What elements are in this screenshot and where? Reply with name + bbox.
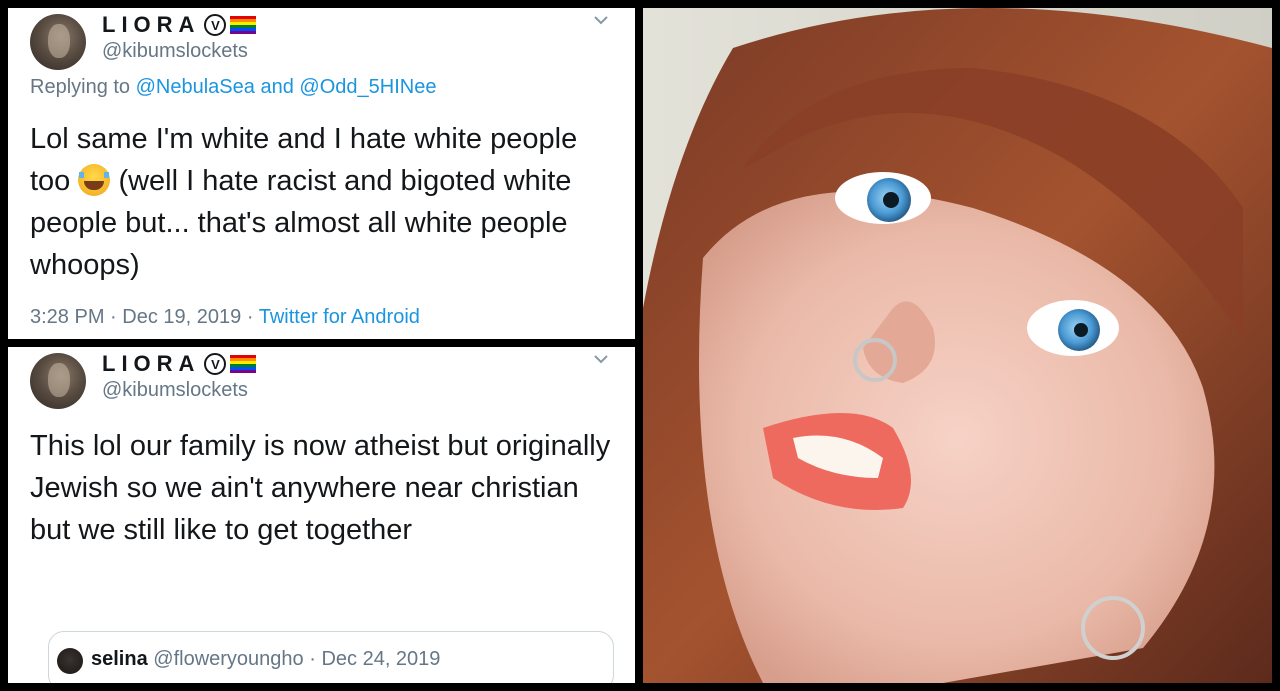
meta-separator: · (110, 306, 117, 328)
reply-prefix: Replying to (30, 76, 131, 98)
display-name[interactable]: LIORA (102, 351, 200, 377)
rainbow-flag-icon (230, 355, 257, 373)
tweet-meta: 3:28 PM · Dec 19, 2019 · Twitter for And… (30, 306, 420, 329)
portrait-image (643, 8, 1272, 683)
verified-badge-icon: V (204, 353, 227, 375)
tweet-card-2[interactable]: LIORA V @kibumslockets This lol our fami… (8, 347, 635, 683)
avatar[interactable] (30, 353, 86, 409)
face-with-tears-of-joy-icon (78, 164, 111, 196)
quoted-display-name: selina (91, 648, 148, 670)
meta-separator: · (309, 648, 316, 670)
tweet-text: This lol our family is now atheist but o… (30, 430, 611, 546)
tweet-date[interactable]: Dec 19, 2019 (122, 306, 241, 328)
display-name[interactable]: LIORA (102, 12, 200, 38)
quoted-tweet[interactable]: selina @floweryoungho · Dec 24, 2019 (48, 631, 614, 683)
replying-to: Replying to @NebulaSea and @Odd_5HINee (30, 76, 436, 99)
tweet-source-link[interactable]: Twitter for Android (259, 306, 420, 328)
avatar[interactable] (30, 14, 86, 70)
tweet-text: Lol same I'm white and I hate white peop… (30, 118, 620, 286)
tweet-card-1[interactable]: LIORA V @kibumslockets Replying to @Nebu… (8, 8, 635, 339)
verified-badge-icon: V (204, 14, 227, 36)
chevron-down-icon[interactable] (591, 349, 611, 369)
reply-and: and (260, 76, 294, 98)
reply-user-link-2[interactable]: @Odd_5HINee (299, 76, 436, 98)
quoted-date: Dec 24, 2019 (321, 648, 441, 670)
name-row: LIORA V (102, 349, 257, 379)
name-row: LIORA V (102, 10, 257, 40)
user-handle[interactable]: @kibumslockets (102, 379, 248, 402)
tweet-time[interactable]: 3:28 PM (30, 306, 104, 328)
rainbow-flag-icon (230, 16, 257, 34)
reply-user-link-1[interactable]: @NebulaSea (136, 76, 255, 98)
quoted-handle: @floweryoungho (153, 648, 304, 670)
user-handle[interactable]: @kibumslockets (102, 40, 248, 63)
avatar (57, 648, 83, 674)
chevron-down-icon[interactable] (591, 10, 611, 30)
quoted-tweet-header: selina @floweryoungho · Dec 24, 2019 (91, 648, 440, 671)
tweet-text-part2: (well I hate racist and bigoted white pe… (30, 165, 572, 281)
portrait-photo (643, 8, 1272, 683)
meta-separator: · (246, 306, 254, 328)
